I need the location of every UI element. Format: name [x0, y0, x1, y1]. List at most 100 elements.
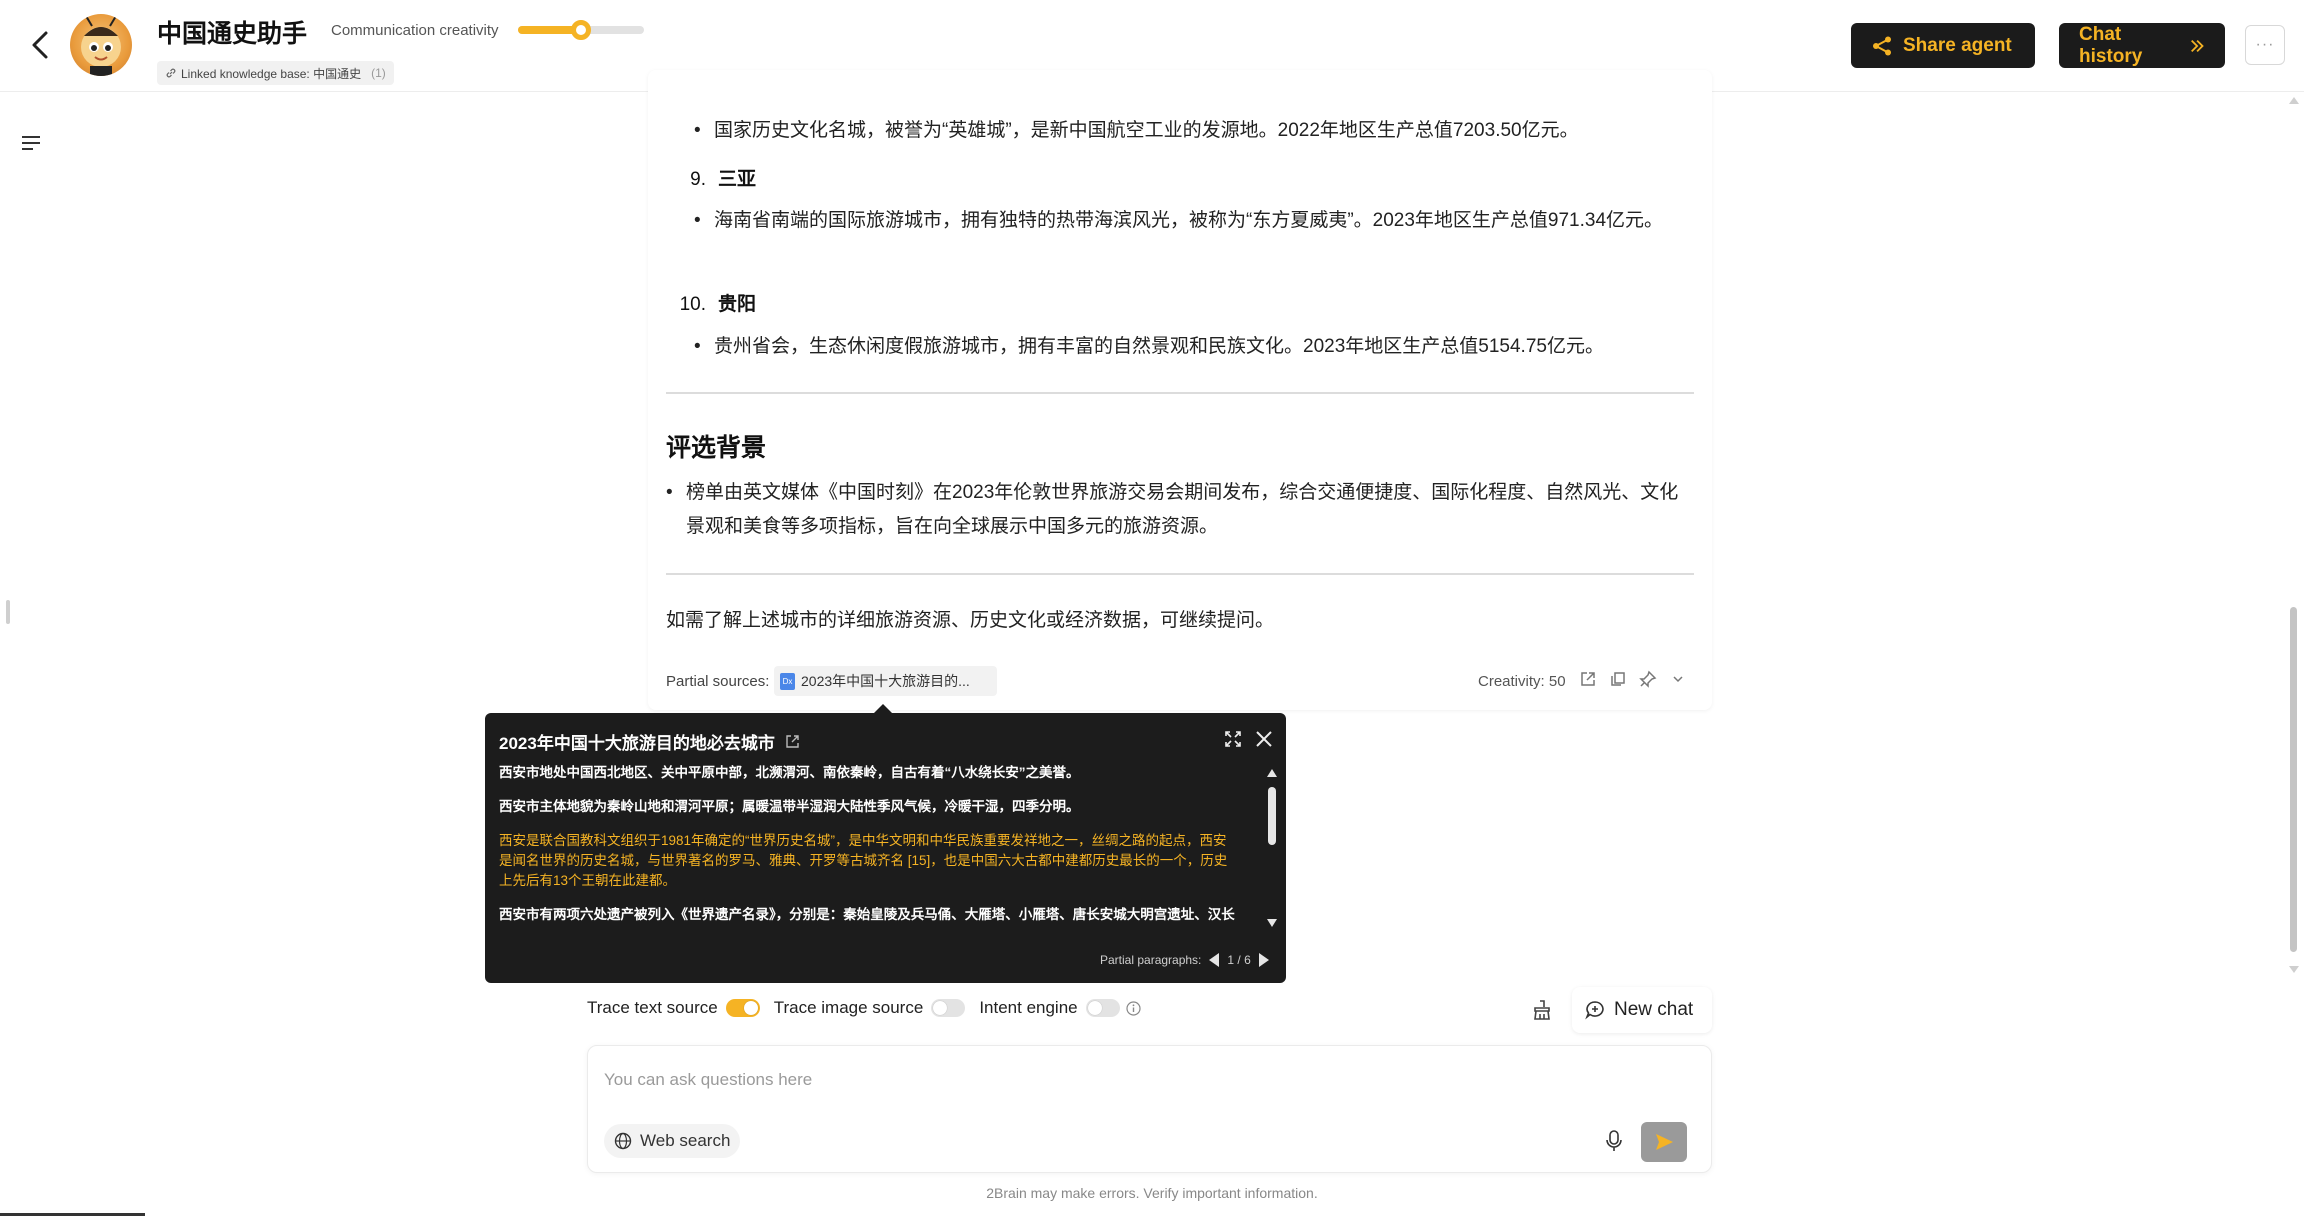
source-preview-popup: 2023年中国十大旅游目的地必去城市 西安市地处中国西北地区、关中平原中部，北濒…	[485, 713, 1286, 983]
agent-avatar	[70, 14, 132, 76]
double-chevron-right-icon	[2190, 39, 2204, 52]
page-scroll-thumb[interactable]	[2290, 607, 2297, 952]
popup-expand-button[interactable]	[1222, 728, 1244, 750]
info-icon[interactable]	[1126, 1000, 1142, 1016]
scroll-up-arrow-icon[interactable]	[1267, 769, 1277, 777]
city-10-title: 10. 贵阳	[666, 289, 756, 316]
menu-lines-icon	[22, 136, 40, 150]
sources-label: Partial sources:	[666, 673, 770, 690]
link-icon	[166, 68, 176, 78]
city-9-name: 三亚	[718, 169, 757, 190]
knowledge-base-count: (1)	[371, 66, 386, 80]
closing-text: 如需了解上述城市的详细旅游资源、历史文化或经济数据，可继续提问。	[666, 610, 1275, 631]
pager-label: Partial paragraphs:	[1100, 953, 1202, 967]
popup-paragraph: 西安市地处中国西北地区、关中平原中部，北濒渭河、南依秦岭，自古有着“八水绕长安”…	[499, 765, 1080, 780]
more-options-button[interactable]: ···	[2245, 25, 2285, 65]
page-scrollbar[interactable]	[2288, 95, 2300, 975]
creativity-label: Communication creativity	[331, 22, 499, 39]
paragraph-pager: Partial paragraphs: 1 / 6	[1100, 953, 1269, 967]
popup-title-text: 2023年中国十大旅游目的地必去城市	[499, 734, 775, 753]
city-9-description: 海南省南端的国际旅游城市，拥有独特的热带海滨风光，被称为“东方夏威夷”。2023…	[694, 204, 1694, 238]
previous-paragraph-icon[interactable]	[1209, 953, 1220, 967]
send-icon	[1656, 1134, 1673, 1150]
new-chat-label: New chat	[1614, 999, 1694, 1020]
popup-scroll-thumb[interactable]	[1268, 787, 1276, 845]
trace-image-label: Trace image source	[773, 998, 924, 1017]
more-dots-icon: ···	[2255, 36, 2275, 53]
broom-icon	[1534, 1000, 1550, 1020]
popup-close-button[interactable]	[1253, 728, 1275, 750]
chat-options: Trace text source Trace image source Int…	[587, 998, 1142, 1018]
chevron-left-icon	[32, 31, 48, 59]
city-10-name: 贵阳	[718, 294, 757, 315]
source-document-chip[interactable]: Dx 2023年中国十大旅游目的...	[774, 666, 997, 696]
chat-input-box: Web search	[587, 1045, 1712, 1173]
new-chat-icon	[1585, 1001, 1604, 1020]
microphone-icon	[1606, 1130, 1622, 1151]
clear-chat-button[interactable]	[1530, 998, 1554, 1022]
chat-input[interactable]	[604, 1070, 1604, 1110]
outline-menu-button[interactable]	[20, 134, 42, 152]
disclaimer: 2Brain may make errors. Verify important…	[986, 1185, 1318, 1201]
chevron-down-icon	[1673, 676, 1683, 683]
share-agent-button[interactable]: Share agent	[1851, 23, 2035, 68]
pager-value: 1 / 6	[1227, 953, 1251, 967]
section-description: 榜单由英文媒体《中国时刻》在2023年伦敦世界旅游交易会期间发布，综合交通便捷度…	[666, 476, 1696, 544]
scroll-down-arrow-icon[interactable]	[1267, 919, 1277, 927]
divider	[666, 573, 1694, 575]
intent-engine-toggle[interactable]	[1085, 999, 1120, 1017]
popup-content: 西安市地处中国西北地区、关中平原中部，北濒渭河、南依秦岭，自古有着“八水绕长安”…	[499, 763, 1239, 923]
external-link-icon[interactable]	[785, 734, 800, 749]
trace-image-toggle[interactable]	[931, 999, 966, 1017]
popup-scrollbar[interactable]	[1265, 769, 1279, 927]
city-9-number: 9.	[690, 169, 706, 190]
close-icon	[1256, 731, 1272, 747]
bee-mascot-icon	[81, 15, 121, 76]
creativity-value: Creativity: 50	[1478, 673, 1566, 690]
answer-card: 国家历史文化名城，被誉为“英雄城”，是新中国航空工业的发源地。2022年地区生产…	[648, 70, 1712, 710]
section-title: 评选背景	[666, 434, 767, 462]
knowledge-base-label: Linked knowledge base: 中国通史	[181, 66, 362, 81]
city-10-number: 10.	[679, 294, 706, 315]
creativity-slider[interactable]	[518, 20, 644, 40]
city-9-title: 9. 三亚	[666, 164, 756, 191]
sidebar-resize-handle[interactable]	[6, 600, 10, 624]
scroll-up-arrow-icon[interactable]	[2289, 97, 2299, 104]
expand-more-button[interactable]	[1668, 668, 1688, 690]
pin-icon	[1639, 670, 1657, 688]
new-chat-button[interactable]: New chat	[1572, 987, 1712, 1033]
popup-title[interactable]: 2023年中国十大旅游目的地必去城市	[499, 729, 800, 754]
message-actions	[1578, 668, 1688, 690]
trace-text-label: Trace text source	[587, 998, 718, 1017]
knowledge-base-chip[interactable]: Linked knowledge base: 中国通史 (1)	[157, 61, 394, 85]
copy-button[interactable]	[1608, 668, 1628, 690]
popup-paragraph: 西安市有两项六处遗产被列入《世界遗产名录》，分别是：秦始皇陵及兵马俑、大雁塔、小…	[499, 907, 1235, 922]
export-button[interactable]	[1578, 668, 1598, 690]
back-button[interactable]	[22, 27, 58, 63]
agent-name: 中国通史助手	[157, 20, 308, 48]
next-paragraph-icon[interactable]	[1258, 953, 1269, 967]
fullscreen-icon	[1225, 731, 1241, 747]
globe-icon	[614, 1132, 632, 1150]
web-search-button[interactable]: Web search	[604, 1124, 741, 1158]
export-icon	[1581, 672, 1595, 686]
pin-button[interactable]	[1638, 668, 1658, 690]
document-icon: Dx	[780, 672, 795, 690]
chat-history-label: Chat history	[2079, 23, 2143, 67]
creativity-slider-thumb[interactable]	[571, 20, 591, 40]
city-8-description: 国家历史文化名城，被誉为“英雄城”，是新中国航空工业的发源地。2022年地区生产…	[694, 114, 1694, 148]
trace-text-toggle[interactable]	[725, 999, 760, 1017]
chat-history-button[interactable]: Chat history	[2059, 23, 2225, 68]
share-icon	[1873, 36, 1891, 55]
city-10-description: 贵州省会，生态休闲度假旅游城市，拥有丰富的自然景观和民族文化。2023年地区生产…	[694, 330, 1694, 364]
web-search-label: Web search	[640, 1131, 731, 1150]
popup-paragraph: 西安市主体地貌为秦岭山地和渭河平原；属暖温带半湿润大陆性季风气候，冷暖干湿，四季…	[499, 799, 1080, 814]
copy-icon	[1611, 672, 1625, 686]
popup-highlighted-paragraph: 西安是联合国教科文组织于1981年确定的“世界历史名城”，是中华文明和中华民族重…	[499, 833, 1228, 888]
source-document-name: 2023年中国十大旅游目的...	[801, 673, 970, 689]
voice-input-button[interactable]	[1600, 1126, 1628, 1156]
intent-engine-label: Intent engine	[979, 998, 1078, 1017]
scroll-down-arrow-icon[interactable]	[2289, 966, 2299, 973]
send-button[interactable]	[1641, 1122, 1687, 1162]
share-agent-label: Share agent	[1903, 34, 2012, 56]
